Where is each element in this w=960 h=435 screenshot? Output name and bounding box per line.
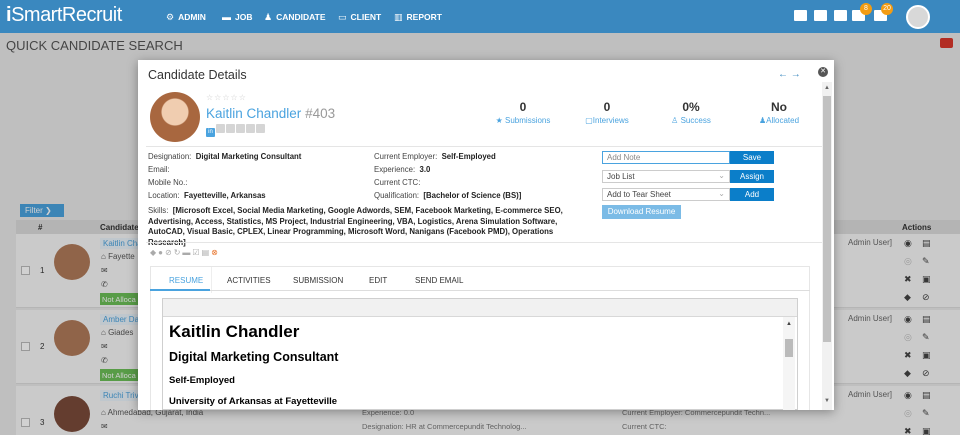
facebook-icon[interactable]	[226, 124, 235, 133]
nav-client[interactable]: ▭ CLIENT	[338, 12, 381, 23]
id-card-icon: ▭	[338, 12, 347, 22]
add-button[interactable]: Add	[730, 188, 774, 201]
active-tab-indicator	[150, 289, 210, 291]
tag-icons-row: ◆●⊘↻▬☑▤⊗	[150, 248, 220, 257]
comment-icon[interactable]: ●	[158, 248, 165, 257]
save-button[interactable]: Save	[730, 151, 774, 164]
user-icon: ♟	[264, 12, 273, 22]
linkedin-icon[interactable]: in	[206, 128, 215, 137]
skype-icon[interactable]	[256, 124, 265, 133]
resume-viewer: Kaitlin Chandler Digital Marketing Consu…	[162, 298, 798, 410]
notification-badge: 8	[860, 3, 872, 15]
bar-chart-icon: ▥	[394, 12, 403, 22]
tab-resume[interactable]: RESUME	[169, 276, 203, 285]
info-designation: Designation: Digital Marketing Consultan…	[148, 152, 302, 161]
info-qualification: Qualification: [Bachelor of Science (BS)…	[374, 191, 522, 200]
candidate-photo	[150, 92, 200, 142]
add-note-input[interactable]: Add Note	[602, 151, 730, 164]
resume-school: University of Arkansas at Fayetteville	[169, 396, 338, 407]
nav-admin[interactable]: ⚙ ADMIN	[166, 12, 206, 23]
candidate-name: Kaitlin Chandler #403	[206, 106, 336, 121]
next-arrow-icon[interactable]: →	[791, 69, 801, 80]
twitter-icon[interactable]	[216, 124, 225, 133]
calendar-icon[interactable]	[794, 10, 807, 21]
resume-toolbar	[163, 299, 797, 317]
download-resume-button[interactable]: Download Resume	[602, 205, 681, 219]
block-icon[interactable]: ⊘	[165, 248, 174, 257]
nav-report[interactable]: ▥ REPORT	[394, 12, 442, 23]
resume-scrollbar[interactable]: ▲	[783, 317, 795, 410]
check-icon[interactable]: ☑	[192, 248, 201, 257]
document-icon[interactable]: ▤	[202, 248, 212, 257]
candidate-details-modal: Candidate Details ← → ✕ ▲ ▼ ☆☆☆☆☆ Kaitli…	[138, 60, 834, 410]
info-email: Email:	[148, 165, 170, 174]
google-plus-icon[interactable]	[236, 124, 245, 133]
divider	[146, 242, 822, 243]
scroll-thumb[interactable]	[823, 96, 831, 342]
nav-candidate[interactable]: ♟ CANDIDATE	[264, 12, 326, 23]
info-location: Location: Fayetteville, Arkansas	[148, 191, 266, 200]
briefcase-icon: ▬	[222, 12, 231, 22]
prev-arrow-icon[interactable]: ←	[778, 69, 788, 80]
info-ctc: Current CTC:	[374, 178, 421, 187]
resume-title: Digital Marketing Consultant	[169, 350, 339, 364]
tab-send-email[interactable]: SEND EMAIL	[415, 276, 463, 285]
notifications-icon[interactable]	[834, 10, 847, 21]
calendar-icon: ▢	[585, 116, 593, 125]
tab-activities[interactable]: ACTIVITIES	[227, 276, 271, 285]
modal-title: Candidate Details	[148, 68, 247, 82]
close-icon[interactable]: ✕	[818, 67, 828, 77]
stat-success[interactable]: 0% ♙ Success	[646, 100, 736, 125]
github-icon[interactable]	[246, 124, 255, 133]
tag-icon[interactable]: ◆	[150, 248, 158, 257]
scroll-up-icon[interactable]: ▲	[786, 321, 792, 327]
scroll-thumb[interactable]	[785, 339, 793, 357]
divider	[146, 146, 822, 147]
tab-edit[interactable]: EDIT	[369, 276, 387, 285]
notification-badge: 20	[881, 3, 893, 15]
tab-submission[interactable]: SUBMISSION	[293, 276, 343, 285]
mail-icon[interactable]: ▬	[182, 248, 192, 257]
mail-icon[interactable]	[814, 10, 827, 21]
social-links: in	[206, 124, 266, 137]
alert-icon[interactable]: ⊗	[211, 248, 220, 257]
record-navigation: ← →	[778, 69, 801, 80]
user-avatar[interactable]	[906, 5, 930, 29]
app-logo[interactable]: iSmartRecruit	[6, 4, 122, 27]
stat-submissions[interactable]: 0 ★ Submissions	[478, 100, 568, 125]
rating-stars[interactable]: ☆☆☆☆☆	[206, 93, 247, 102]
stat-allocated[interactable]: No ♟Allocated	[734, 100, 824, 125]
gear-icon: ⚙	[166, 12, 175, 22]
job-list-select[interactable]: Job List ⌄	[602, 170, 730, 183]
info-experience: Experience: 3.0	[374, 165, 431, 174]
chevron-down-icon: ⌄	[718, 171, 725, 180]
info-employer: Current Employer: Self-Employed	[374, 152, 496, 161]
info-mobile: Mobile No.:	[148, 178, 188, 187]
assign-button[interactable]: Assign	[730, 170, 774, 183]
stat-interviews[interactable]: 0 ▢Interviews	[562, 100, 652, 125]
top-navbar: iSmartRecruit ⚙ ADMIN ▬ JOB ♟ CANDIDATE ▭ CL…	[0, 0, 960, 33]
nav-job[interactable]: ▬ JOB	[222, 12, 252, 22]
resume-document[interactable]: Kaitlin Chandler Digital Marketing Consu…	[163, 317, 797, 410]
scroll-up-icon[interactable]: ▲	[824, 85, 830, 91]
star-icon: ★	[495, 116, 503, 125]
chevron-down-icon: ⌄	[718, 189, 725, 198]
modal-scrollbar[interactable]: ▲ ▼	[822, 82, 832, 410]
thumbs-up-icon: ♙	[671, 116, 679, 125]
scroll-down-icon[interactable]: ▼	[824, 398, 830, 404]
resume-name: Kaitlin Chandler	[169, 322, 300, 341]
tear-sheet-select[interactable]: Add to Tear Sheet ⌄	[602, 188, 730, 201]
tab-underline	[150, 290, 810, 291]
resume-employer: Self-Employed	[169, 375, 235, 386]
